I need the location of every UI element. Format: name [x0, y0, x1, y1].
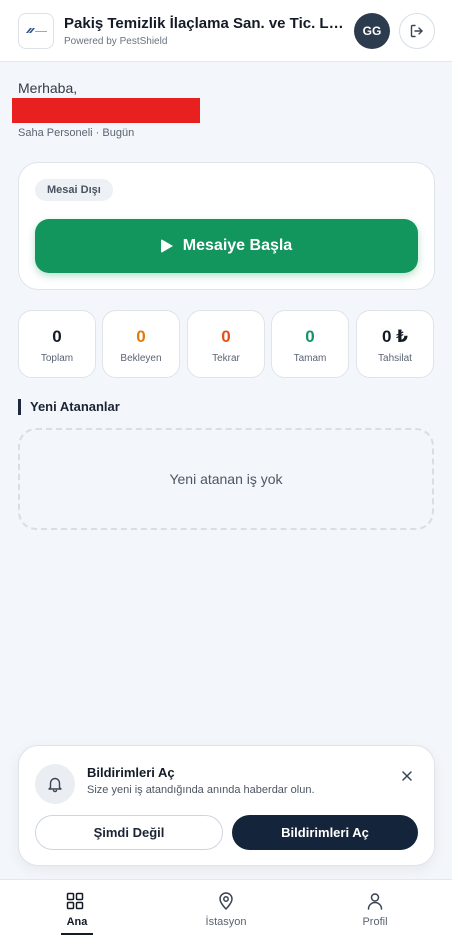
- nav-label-station: İstasyon: [205, 916, 247, 928]
- stat-label: Tekrar: [212, 353, 240, 364]
- role-date-text: Saha Personeli · Bugün: [18, 127, 135, 139]
- company-name: Pakiş Temizlik İlaçlama San. ve Tic. Ltd…: [64, 15, 344, 32]
- notification-description: Size yeni iş atandığında anında haberdar…: [87, 784, 315, 796]
- stat-total: 0 Toplam: [18, 310, 96, 378]
- stats-row: 0 Toplam 0 Bekleyen 0 Tekrar 0 Tamam 0 ₺…: [18, 310, 435, 378]
- logout-icon: [410, 24, 423, 38]
- location-pin-icon: [219, 892, 233, 910]
- stat-value: 0: [221, 327, 231, 346]
- stat-value: 0: [136, 327, 146, 346]
- play-icon: [160, 239, 173, 253]
- stat-label: Tahsilat: [378, 353, 412, 364]
- bell-icon: [48, 777, 62, 793]
- stat-label: Toplam: [40, 353, 74, 364]
- nav-item-profile[interactable]: Profil: [300, 880, 450, 946]
- stat-label: Tamam: [293, 353, 327, 364]
- enable-notifications-button[interactable]: Bildirimleri Aç: [232, 815, 418, 850]
- nav-label-profile: Profil: [362, 916, 388, 928]
- stat-completed: 0 Tamam: [271, 310, 349, 378]
- user-icon: [367, 893, 383, 910]
- nav-item-station[interactable]: İstasyon: [151, 880, 301, 946]
- new-assignments-title: Yeni Atananlar: [18, 399, 120, 415]
- app-header: Pakiş Temizlik İlaçlama San. ve Tic. Ltd…: [0, 0, 452, 62]
- stat-pending: 0 Bekleyen: [102, 310, 180, 378]
- nav-item-home[interactable]: Ana: [0, 880, 150, 946]
- notification-prompt-card: Bildirimleri Aç Size yeni iş atandığında…: [18, 745, 435, 866]
- user-avatar[interactable]: GG: [354, 13, 390, 49]
- notification-title: Bildirimleri Aç: [87, 765, 175, 780]
- empty-assignments-text: Yeni atanan iş yok: [169, 471, 283, 487]
- active-tab-indicator: [61, 933, 93, 935]
- company-logo: [18, 13, 54, 49]
- not-now-button[interactable]: Şimdi Değil: [35, 815, 223, 850]
- shift-status-badge: Mesai Dışı: [35, 179, 113, 201]
- nav-label-home: Ana: [66, 916, 88, 928]
- empty-assignments-box: Yeni atanan iş yok: [18, 428, 434, 530]
- close-icon: [402, 771, 412, 781]
- stat-value: 0 ₺: [381, 327, 408, 346]
- close-notification-button[interactable]: [395, 764, 419, 788]
- logout-button[interactable]: [399, 13, 435, 49]
- grid-icon: [66, 892, 84, 910]
- stat-repeat: 0 Tekrar: [187, 310, 265, 378]
- redacted-user-name: [12, 98, 200, 123]
- start-shift-label: Mesaiye Başla: [182, 237, 293, 254]
- stat-collection: 0 ₺ Tahsilat: [356, 310, 434, 378]
- shift-card: Mesai Dışı Mesaiye Başla: [18, 162, 435, 290]
- start-shift-button[interactable]: Mesaiye Başla: [35, 219, 418, 273]
- powered-by-text: Powered by PestShield: [64, 36, 168, 47]
- stat-label: Bekleyen: [120, 353, 162, 364]
- greeting-text: Merhaba,: [18, 80, 78, 96]
- bell-badge: [35, 764, 75, 804]
- stat-value: 0: [52, 327, 62, 346]
- bottom-navigation: Ana İstasyon Profil: [0, 879, 452, 947]
- stat-value: 0: [305, 327, 315, 346]
